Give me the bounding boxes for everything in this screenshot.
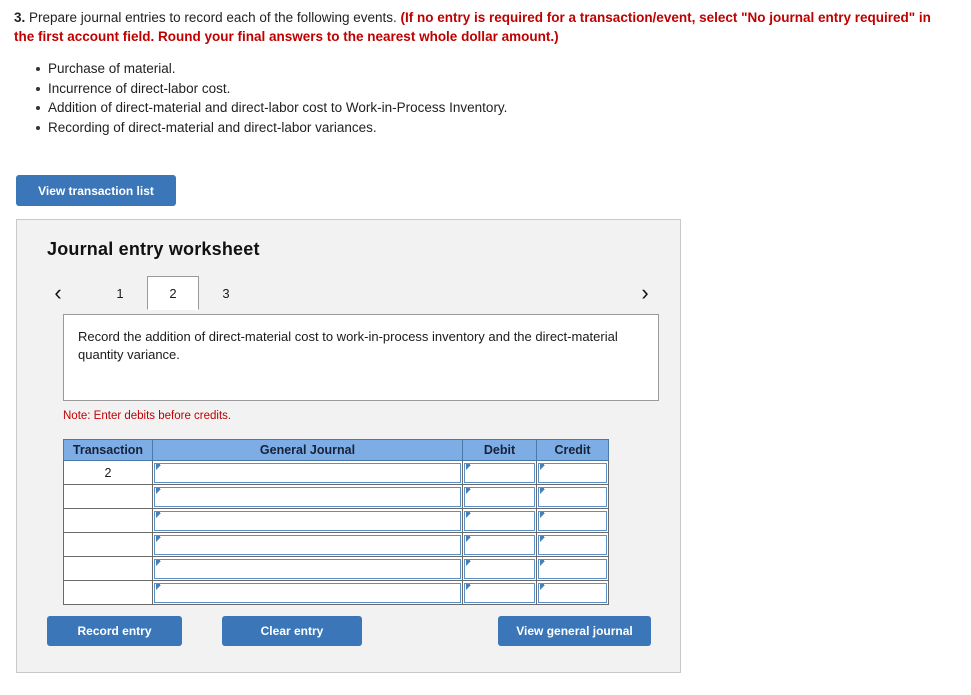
column-header-general-journal: General Journal <box>152 439 463 461</box>
table-header-row: Transaction General Journal Debit Credit <box>63 439 609 461</box>
general-journal-cell[interactable] <box>152 508 463 533</box>
page-title: Journal entry worksheet <box>47 239 260 259</box>
debit-input[interactable] <box>464 486 535 507</box>
transaction-number-cell <box>63 484 153 509</box>
general-journal-input[interactable] <box>154 558 461 579</box>
debit-input[interactable] <box>464 462 535 483</box>
transaction-number-cell <box>63 508 153 533</box>
credit-input[interactable] <box>538 582 607 603</box>
debit-input[interactable] <box>464 534 535 555</box>
general-journal-input[interactable] <box>154 486 461 507</box>
credit-input[interactable] <box>538 510 607 531</box>
question-number: 3. <box>14 10 26 25</box>
list-item: Addition of direct-material and direct-l… <box>36 99 953 119</box>
question-block: 3. Prepare journal entries to record eac… <box>0 0 971 138</box>
general-journal-input[interactable] <box>154 462 461 483</box>
general-journal-cell[interactable] <box>152 484 463 509</box>
tab-1[interactable]: 1 <box>95 276 145 310</box>
question-prompt: Prepare journal entries to record each o… <box>29 10 397 25</box>
credit-cell[interactable] <box>536 460 609 485</box>
transaction-number-cell: 2 <box>63 460 153 485</box>
debits-before-credits-note: Note: Enter debits before credits. <box>63 410 232 422</box>
tab-3[interactable]: 3 <box>201 276 251 310</box>
transaction-description: Record the addition of direct-material c… <box>78 329 618 362</box>
debit-input[interactable] <box>464 510 535 531</box>
credit-cell[interactable] <box>536 532 609 557</box>
view-transaction-list-button[interactable]: View transaction list <box>16 175 176 206</box>
table-row <box>63 508 609 533</box>
journal-entry-table: Transaction General Journal Debit Credit… <box>63 439 609 605</box>
table-row: 2 <box>63 460 609 485</box>
general-journal-cell[interactable] <box>152 556 463 581</box>
record-entry-button[interactable]: Record entry <box>47 616 182 646</box>
view-general-journal-button[interactable]: View general journal <box>498 616 651 646</box>
credit-cell[interactable] <box>536 580 609 605</box>
table-row <box>63 484 609 509</box>
list-item: Recording of direct-material and direct-… <box>36 119 953 139</box>
general-journal-cell[interactable] <box>152 532 463 557</box>
chevron-left-icon[interactable]: ‹ <box>47 276 69 310</box>
general-journal-input[interactable] <box>154 510 461 531</box>
credit-cell[interactable] <box>536 484 609 509</box>
credit-input[interactable] <box>538 534 607 555</box>
column-header-transaction: Transaction <box>63 439 153 461</box>
debit-cell[interactable] <box>462 580 537 605</box>
credit-input[interactable] <box>538 462 607 483</box>
column-header-debit: Debit <box>462 439 537 461</box>
general-journal-cell[interactable] <box>152 580 463 605</box>
debit-cell[interactable] <box>462 532 537 557</box>
credit-input[interactable] <box>538 558 607 579</box>
event-list: Purchase of material. Incurrence of dire… <box>14 60 953 138</box>
general-journal-cell[interactable] <box>152 460 463 485</box>
credit-input[interactable] <box>538 486 607 507</box>
credit-cell[interactable] <box>536 556 609 581</box>
general-journal-input[interactable] <box>154 582 461 603</box>
table-row <box>63 556 609 581</box>
debit-cell[interactable] <box>462 484 537 509</box>
transaction-number-cell <box>63 532 153 557</box>
transaction-number-cell <box>63 556 153 581</box>
tab-2[interactable]: 2 <box>147 276 199 310</box>
tab-content-panel: Record the addition of direct-material c… <box>63 314 659 401</box>
table-row <box>63 580 609 605</box>
debit-input[interactable] <box>464 558 535 579</box>
list-item: Purchase of material. <box>36 60 953 80</box>
debit-cell[interactable] <box>462 556 537 581</box>
worksheet-tab-strip: ‹ 1 2 3 › <box>17 276 680 310</box>
journal-entry-worksheet-panel: Journal entry worksheet ‹ 1 2 3 › Record… <box>16 219 681 673</box>
table-row <box>63 532 609 557</box>
debit-cell[interactable] <box>462 508 537 533</box>
column-header-credit: Credit <box>536 439 609 461</box>
list-item: Incurrence of direct-labor cost. <box>36 80 953 100</box>
transaction-number-cell <box>63 580 153 605</box>
clear-entry-button[interactable]: Clear entry <box>222 616 362 646</box>
debit-input[interactable] <box>464 582 535 603</box>
chevron-right-icon[interactable]: › <box>634 276 656 310</box>
general-journal-input[interactable] <box>154 534 461 555</box>
credit-cell[interactable] <box>536 508 609 533</box>
debit-cell[interactable] <box>462 460 537 485</box>
